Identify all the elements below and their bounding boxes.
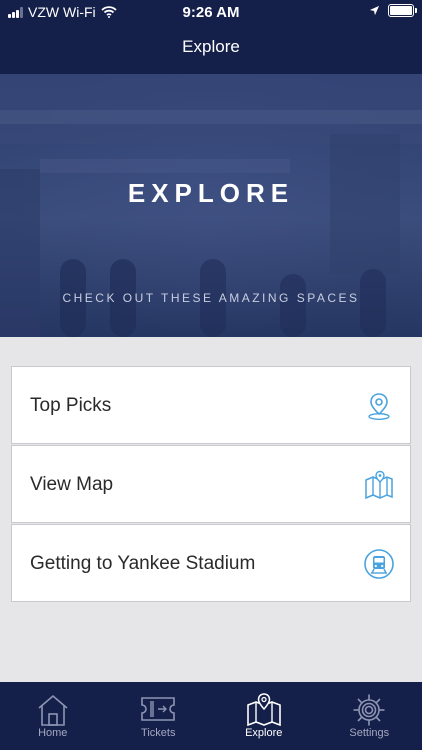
gear-icon	[353, 694, 385, 726]
list-item-top-picks[interactable]: Top Picks	[11, 366, 411, 444]
status-bar: VZW Wi-Fi 9:26 AM	[0, 0, 422, 26]
home-icon	[38, 694, 68, 726]
hero-banner: EXPLORE CHECK OUT THESE AMAZING SPACES	[0, 74, 422, 337]
tab-tickets[interactable]: Tickets	[106, 682, 212, 750]
map-pin-icon	[368, 393, 390, 421]
list-item-label: Getting to Yankee Stadium	[30, 553, 256, 574]
page-title: Explore	[182, 37, 240, 56]
tab-label: Tickets	[141, 727, 176, 739]
battery-icon	[388, 4, 417, 17]
header: VZW Wi-Fi 9:26 AM Explore	[0, 0, 422, 74]
tab-label: Explore	[245, 727, 283, 739]
location-arrow-icon	[369, 5, 380, 16]
list-item-view-map[interactable]: View Map	[11, 445, 411, 523]
status-right	[369, 4, 417, 17]
train-icon	[364, 549, 394, 579]
tab-label: Home	[38, 727, 68, 739]
list-item-label: View Map	[30, 474, 114, 495]
status-time: 9:26 AM	[182, 4, 240, 21]
map-icon	[246, 693, 281, 727]
hero-title: EXPLORE	[127, 178, 295, 208]
tab-bar: Home Tickets Explore Settings	[0, 682, 422, 750]
explore-list: Top Picks View Map Getting to Yankee Sta…	[11, 366, 411, 603]
tab-home[interactable]: Home	[0, 682, 106, 750]
ticket-icon	[141, 697, 176, 721]
tab-explore[interactable]: Explore	[211, 682, 317, 750]
folded-map-icon	[365, 470, 393, 500]
list-item-label: Top Picks	[30, 395, 112, 416]
hero-subtitle: CHECK OUT THESE AMAZING SPACES	[62, 291, 360, 305]
list-item-getting-to-stadium[interactable]: Getting to Yankee Stadium	[11, 524, 411, 602]
tab-settings[interactable]: Settings	[317, 682, 422, 750]
tab-label: Settings	[349, 727, 390, 739]
